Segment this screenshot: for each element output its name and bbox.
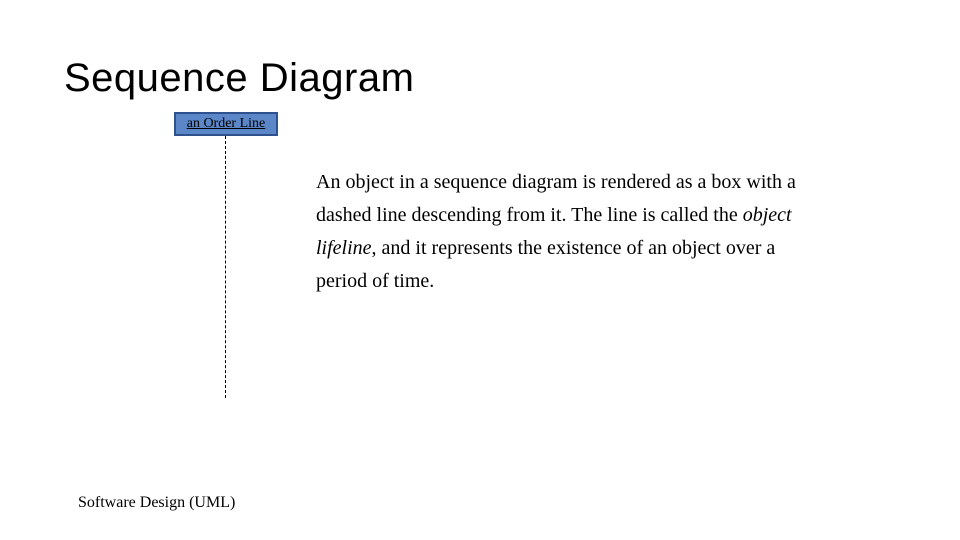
uml-lifeline: [225, 136, 226, 398]
body-text-part1: An object in a sequence diagram is rende…: [316, 171, 796, 226]
uml-object-box: an Order Line: [174, 112, 278, 136]
body-paragraph: An object in a sequence diagram is rende…: [316, 166, 796, 298]
slide-title: Sequence Diagram: [64, 56, 414, 101]
slide: Sequence Diagram an Order Line An object…: [0, 0, 960, 540]
footer-text: Software Design (UML): [78, 494, 235, 512]
body-text-part2: , and it represents the existence of an …: [316, 237, 775, 292]
